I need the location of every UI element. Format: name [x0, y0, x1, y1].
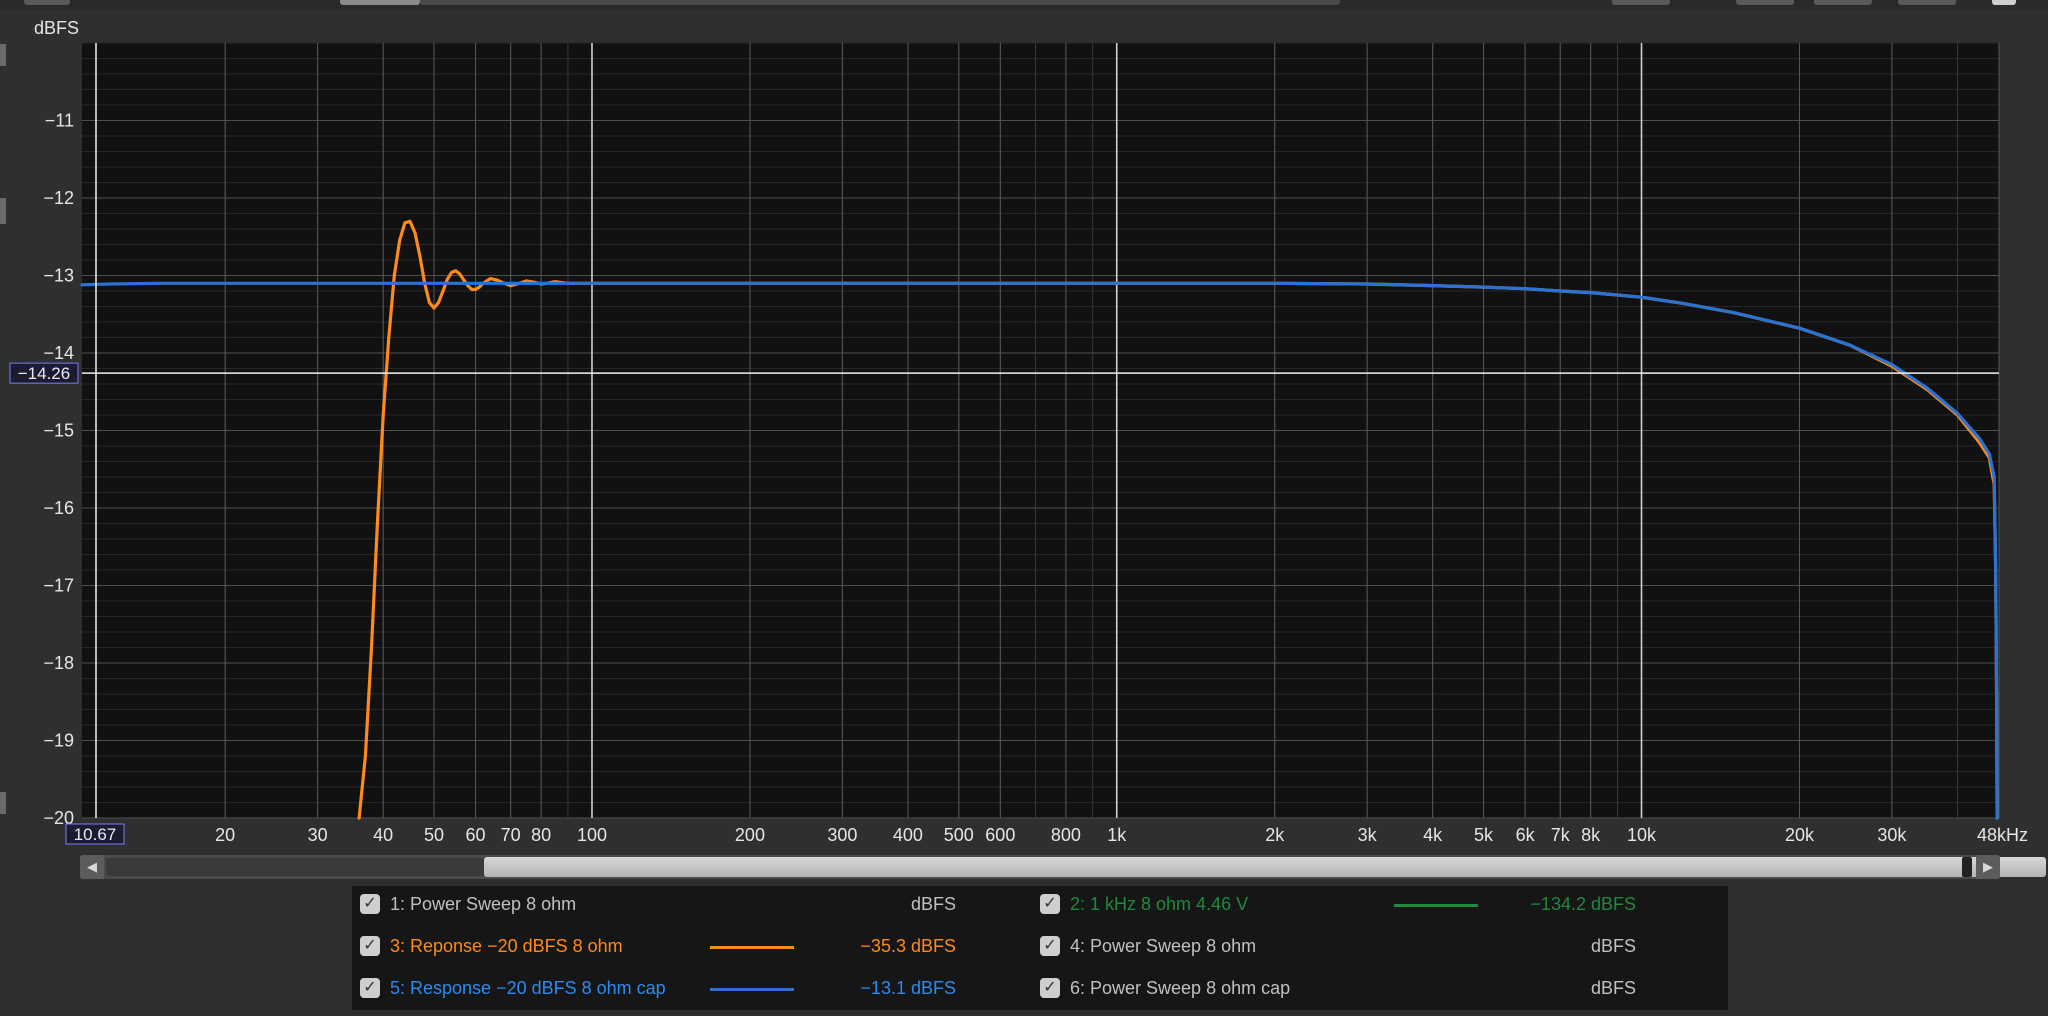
y-tick-label: −13 [43, 266, 74, 286]
x-tick-label: 10k [1627, 825, 1657, 845]
x-tick-label: 6k [1516, 825, 1536, 845]
legend-line-swatch [710, 988, 794, 991]
x-tick-label: 70 [501, 825, 521, 845]
x-tick-label: 30 [308, 825, 328, 845]
x-tick-label: 5k [1474, 825, 1494, 845]
x-tick-label: 100 [577, 825, 607, 845]
legend-item[interactable]: ✓ 4: Power Sweep 8 ohm dBFS [1040, 928, 1728, 966]
legend-checkbox[interactable]: ✓ [1040, 894, 1060, 914]
x-axis-ticks: 20 30 40 50 60 70 80 100 200 300 400 500 600 800 1k 2k 3… [215, 825, 2028, 845]
x-tick-label: 80 [531, 825, 551, 845]
legend-checkbox[interactable]: ✓ [360, 894, 380, 914]
x-tick-label: 200 [735, 825, 765, 845]
legend-line-swatch [710, 946, 794, 949]
x-tick-label: 40 [373, 825, 393, 845]
y-tick-label: −16 [43, 498, 74, 518]
x-tick-label: 500 [944, 825, 974, 845]
legend-value: −134.2 dBFS [1530, 894, 1636, 914]
legend-label: 2: 1 kHz 8 ohm 4.46 V [1070, 894, 1249, 914]
legend-value: −13.1 dBFS [860, 978, 956, 998]
cursor-y-readout: −14.26 [18, 364, 70, 383]
y-tick-label: −19 [43, 731, 74, 751]
legend-item[interactable]: ✓ 2: 1 kHz 8 ohm 4.46 V −134.2 dBFS [1040, 886, 1728, 924]
x-tick-label: 600 [985, 825, 1015, 845]
legend-checkbox[interactable]: ✓ [360, 936, 380, 956]
x-tick-label: 20k [1785, 825, 1815, 845]
side-tab[interactable] [0, 792, 6, 814]
x-tick-label: 60 [466, 825, 486, 845]
legend-label: 1: Power Sweep 8 ohm [390, 894, 577, 914]
scrollbar-handle[interactable] [1962, 857, 1972, 877]
legend-value: dBFS [910, 894, 956, 914]
x-tick-label: 7k [1551, 825, 1571, 845]
y-tick-label: −11 [45, 111, 74, 131]
legend-checkbox[interactable]: ✓ [1040, 978, 1060, 998]
y-tick-label: −17 [43, 576, 74, 596]
legend-label: 4: Power Sweep 8 ohm [1070, 936, 1257, 956]
y-axis-ticks: −11−12−13−14−15−16−17−18−19−20 [43, 111, 74, 829]
x-tick-label: 2k [1265, 825, 1285, 845]
y-tick-label: −15 [43, 421, 74, 441]
y-axis-unit-label: dBFS [34, 18, 79, 38]
scroll-right-arrow-icon[interactable]: ▶ [1976, 855, 2000, 879]
side-tab[interactable] [0, 44, 6, 66]
scrollbar-track[interactable] [106, 858, 484, 876]
legend-checkbox[interactable]: ✓ [1040, 936, 1060, 956]
x-tick-label: 3k [1358, 825, 1378, 845]
y-tick-label: −12 [43, 188, 74, 208]
x-tick-label: 20 [215, 825, 235, 845]
legend-label: 3: Reponse −20 dBFS 8 ohm [390, 936, 623, 956]
y-tick-label: −18 [43, 653, 74, 673]
legend-value: −35.3 dBFS [860, 936, 956, 956]
x-tick-label: 50 [424, 825, 444, 845]
legend-item[interactable]: ✓ 3: Reponse −20 dBFS 8 ohm −35.3 dBFS [352, 928, 1032, 966]
y-tick-label: −14 [43, 343, 74, 363]
x-tick-label: 1k [1107, 825, 1127, 845]
legend-label: 6: Power Sweep 8 ohm cap [1070, 978, 1291, 998]
legend-value: dBFS [1590, 936, 1636, 956]
x-tick-label: 8k [1581, 825, 1601, 845]
cursor-x-readout: 10.67 [74, 825, 117, 844]
x-tick-label: 30k [1877, 825, 1907, 845]
legend-label: 5: Response −20 dBFS 8 ohm cap [390, 978, 666, 998]
x-tick-label: 300 [827, 825, 857, 845]
x-tick-label: 4k [1423, 825, 1443, 845]
horizontal-scrollbar[interactable]: ◀ ▶ [80, 855, 2046, 879]
x-tick-label: 800 [1051, 825, 1081, 845]
legend-line-swatch [1394, 904, 1478, 907]
chart[interactable]: dBFS −11−12−13−14−15−16−17−18−19−20 20 30… [0, 0, 2048, 852]
side-tab[interactable] [0, 198, 6, 224]
legend-item[interactable]: ✓ 1: Power Sweep 8 ohm dBFS [352, 886, 1032, 924]
legend-panel: ✓ 1: Power Sweep 8 ohm dBFS ✓ 2: 1 kHz 8… [352, 886, 1728, 1010]
scroll-left-arrow-icon[interactable]: ◀ [80, 855, 104, 879]
legend-value: dBFS [1590, 978, 1636, 998]
legend-item[interactable]: ✓ 6: Power Sweep 8 ohm cap dBFS [1040, 970, 1728, 1008]
legend-checkbox[interactable]: ✓ [360, 978, 380, 998]
x-tick-label: 48kHz [1977, 825, 2028, 845]
legend-item[interactable]: ✓ 5: Response −20 dBFS 8 ohm cap −13.1 d… [352, 970, 1032, 1008]
x-tick-label: 400 [893, 825, 923, 845]
scrollbar-thumb[interactable] [484, 857, 2046, 877]
